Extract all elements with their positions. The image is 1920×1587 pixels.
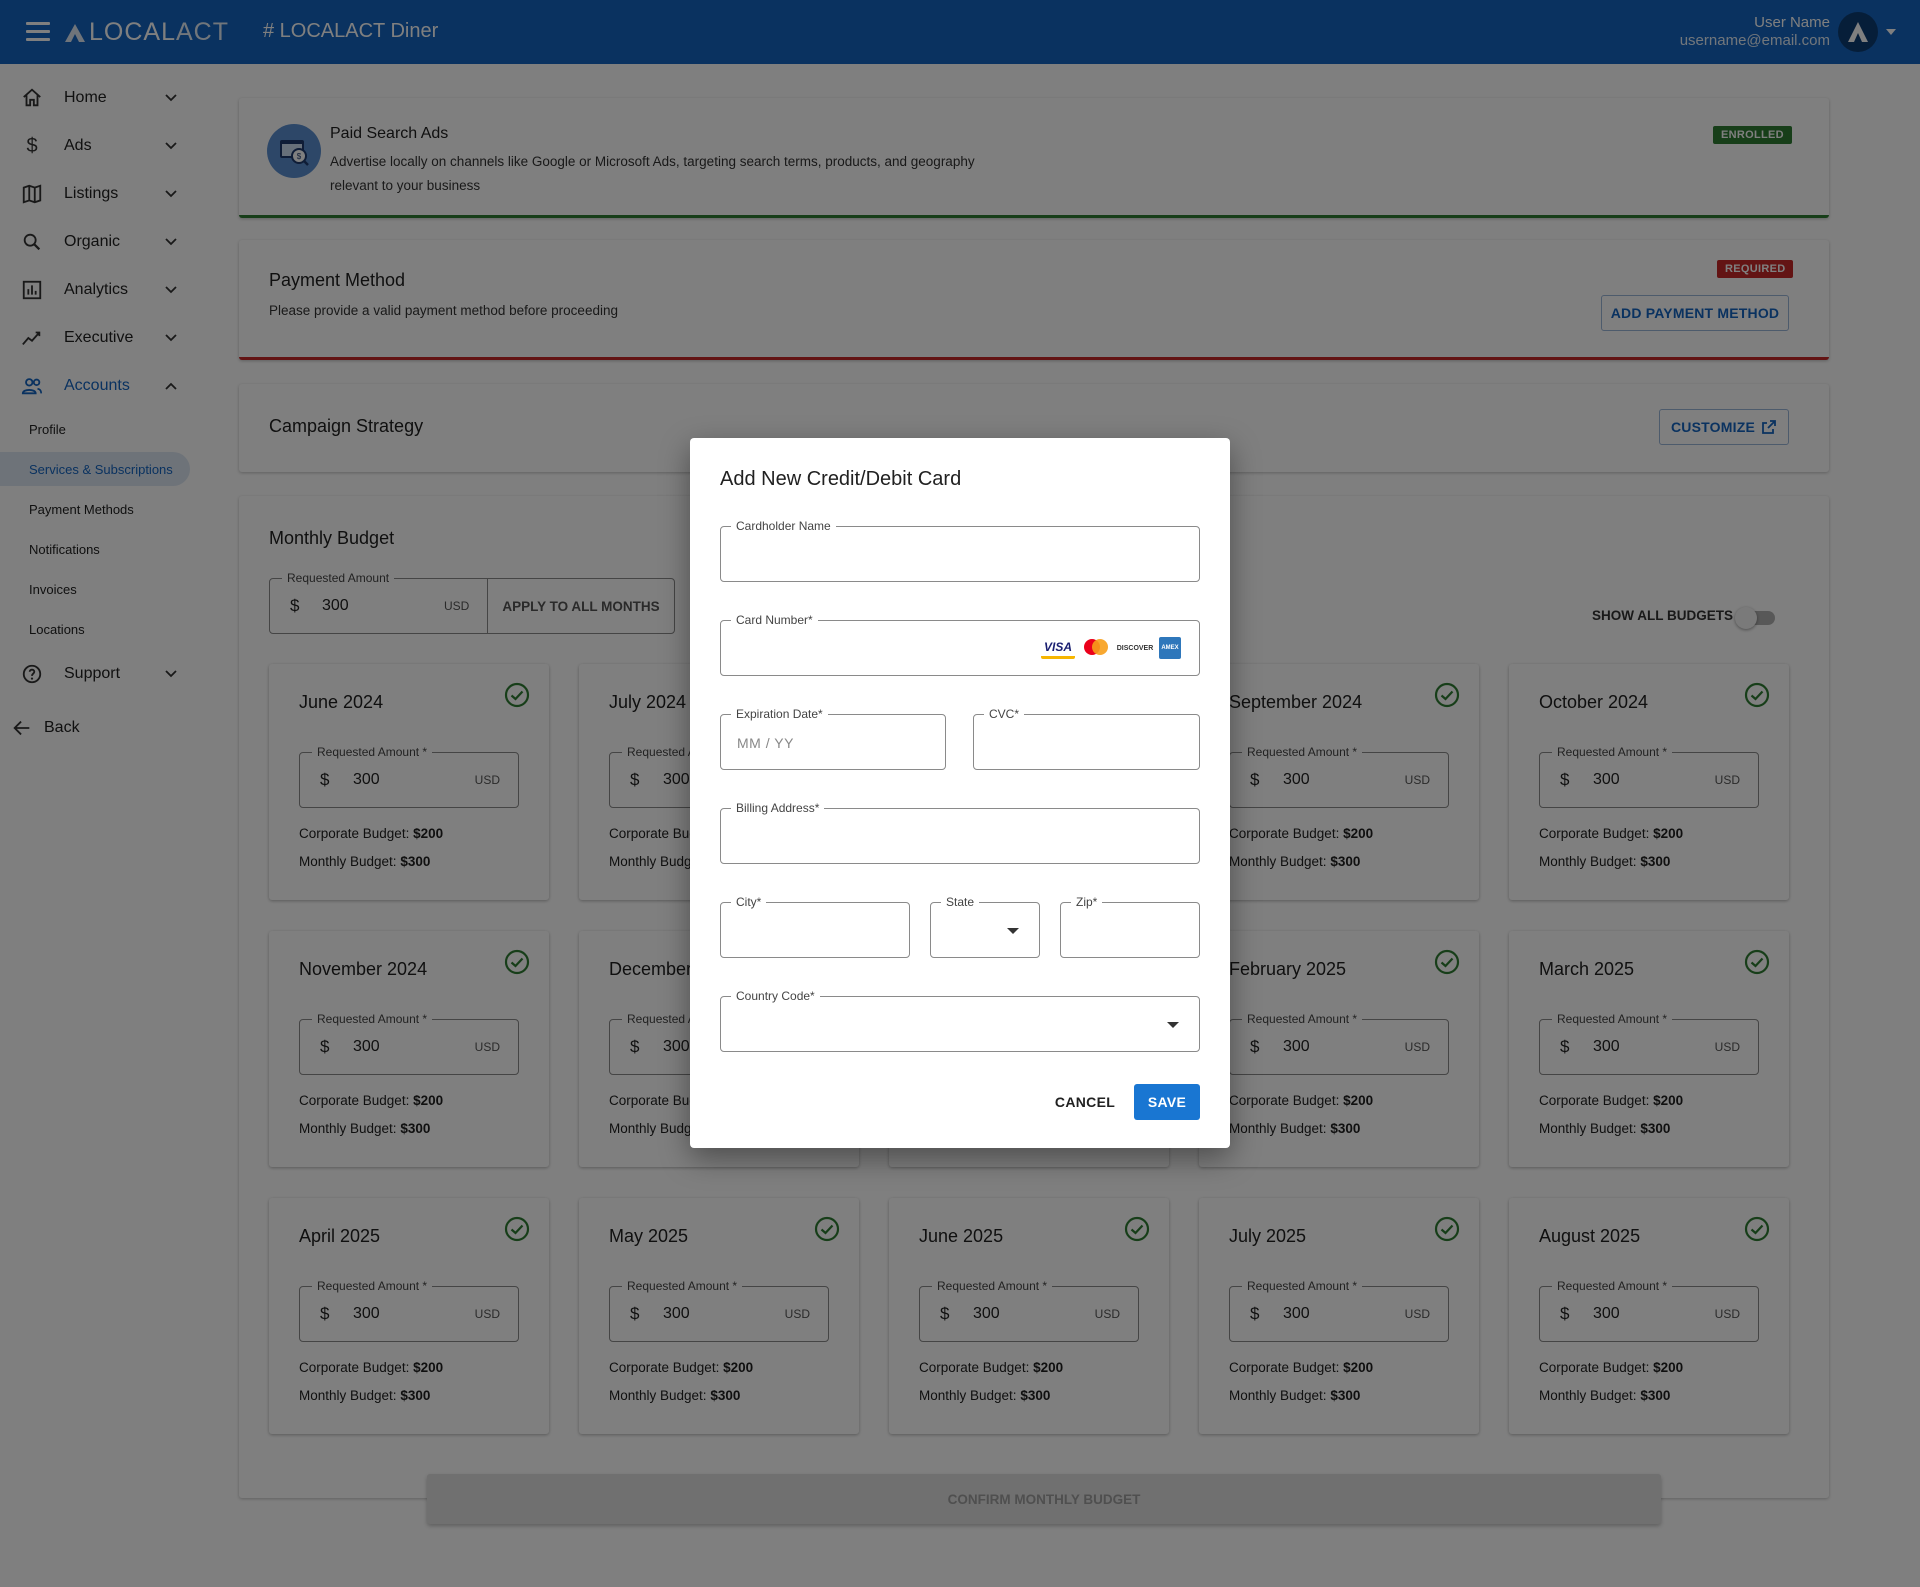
field-label: CVC* — [984, 707, 1025, 721]
country-code-select[interactable]: Country Code* — [720, 989, 1200, 1052]
card-brand-logos: VISA DISCOVER AMEX — [1041, 637, 1181, 659]
cardholder-name-field[interactable]: Cardholder Name — [720, 519, 1200, 582]
expiration-placeholder: MM / YY — [737, 735, 794, 751]
cancel-button[interactable]: CANCEL — [1050, 1084, 1120, 1120]
field-label: Billing Address* — [731, 801, 825, 815]
add-card-dialog: Add New Credit/Debit Card Cardholder Nam… — [690, 438, 1230, 1148]
state-select[interactable]: State — [930, 895, 1040, 958]
expiration-date-field[interactable]: Expiration Date* MM / YY — [720, 707, 946, 770]
mastercard-icon — [1081, 637, 1111, 659]
arrow-drop-down-icon — [1007, 928, 1019, 934]
billing-address-field[interactable]: Billing Address* — [720, 801, 1200, 864]
zip-field[interactable]: Zip* — [1060, 895, 1200, 958]
dialog-title: Add New Credit/Debit Card — [720, 468, 962, 490]
field-label: Card Number* — [731, 613, 818, 627]
amex-icon: AMEX — [1159, 637, 1181, 659]
field-label: City* — [731, 895, 767, 909]
field-label: State — [941, 895, 980, 909]
field-label: Country Code* — [731, 989, 820, 1003]
discover-icon: DISCOVER — [1116, 644, 1154, 652]
city-field[interactable]: City* — [720, 895, 910, 958]
card-number-field[interactable]: Card Number* VISA DISCOVER AMEX — [720, 613, 1200, 676]
cvc-field[interactable]: CVC* — [973, 707, 1200, 770]
field-label: Cardholder Name — [731, 519, 836, 533]
field-label: Expiration Date* — [731, 707, 828, 721]
field-label: Zip* — [1071, 895, 1103, 909]
visa-icon: VISA — [1041, 637, 1075, 659]
save-button[interactable]: SAVE — [1134, 1084, 1200, 1120]
arrow-drop-down-icon — [1167, 1022, 1179, 1028]
